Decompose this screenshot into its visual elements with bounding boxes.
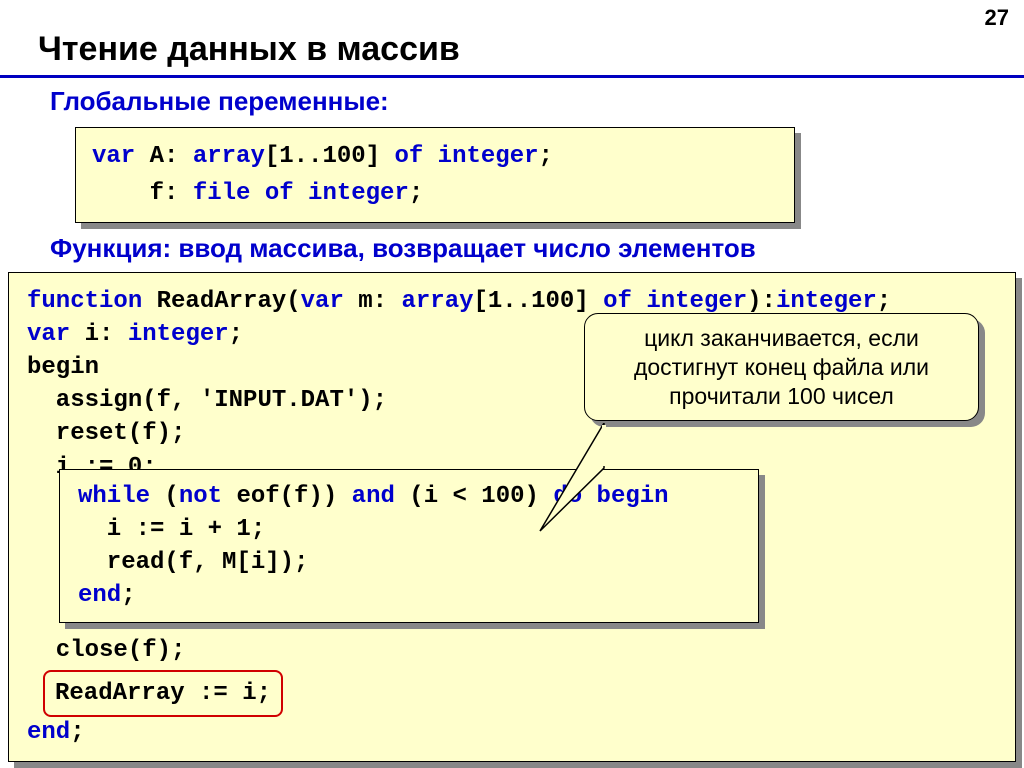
fn-end: end; xyxy=(27,716,85,749)
function-subtitle: Функция: ввод массива, возвращает число … xyxy=(0,233,1024,264)
function-code-block: function ReadArray(var m: array[1..100] … xyxy=(8,272,1016,762)
callout-note: цикл заканчивается, если достигнут конец… xyxy=(584,313,979,421)
page-title: Чтение данных в массив xyxy=(0,0,1024,78)
fn-result: ReadArray := i; xyxy=(55,677,271,710)
globals-code-block: var A: array[1..100] of integer; f: file… xyxy=(75,127,795,223)
while-loop-block: while (not eof(f)) and (i < 100) do begi… xyxy=(59,469,759,623)
while-line2: i := i + 1; xyxy=(78,513,740,546)
fn-close: close(f); xyxy=(27,634,185,667)
while-line4: end; xyxy=(78,579,740,612)
globals-line1: var A: array[1..100] of integer; xyxy=(92,138,778,175)
while-line3: read(f, M[i]); xyxy=(78,546,740,579)
globals-subtitle: Глобальные переменные: xyxy=(0,86,1024,117)
callout-tail-icon xyxy=(534,423,624,543)
callout-text: цикл заканчивается, если достигнут конец… xyxy=(584,313,979,421)
page-number: 27 xyxy=(985,5,1009,31)
while-line1: while (not eof(f)) and (i < 100) do begi… xyxy=(78,480,740,513)
result-highlight: ReadArray := i; xyxy=(43,670,283,717)
globals-line2: f: file of integer; xyxy=(92,175,778,212)
